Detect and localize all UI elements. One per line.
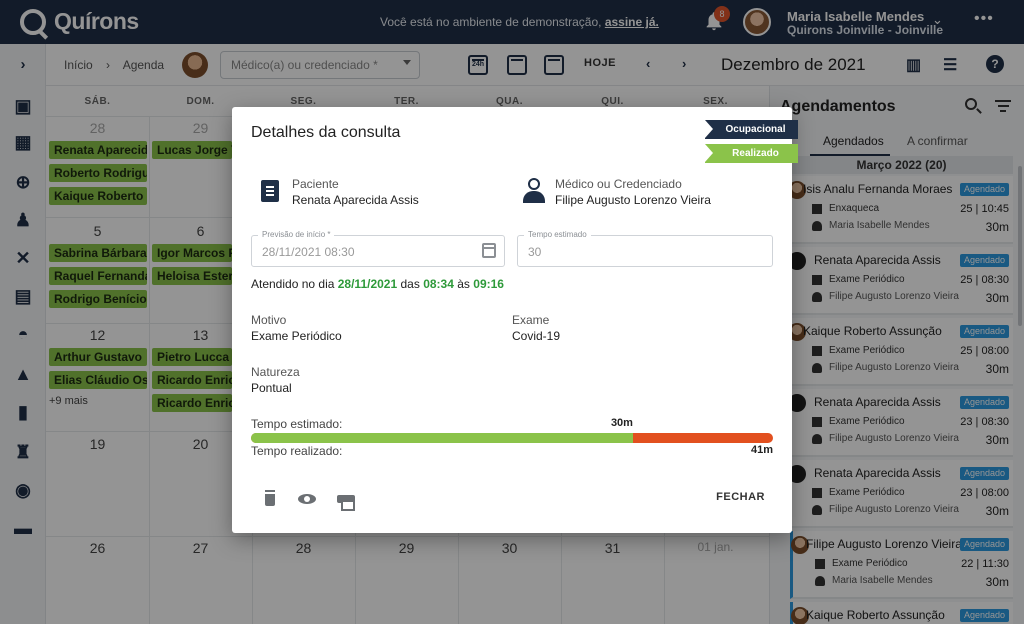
dialog-title: Detalhes da consulta bbox=[251, 124, 401, 141]
print-icon[interactable] bbox=[337, 490, 355, 511]
time-comparison-bar bbox=[251, 433, 773, 443]
nature-label: Natureza bbox=[251, 365, 300, 379]
doctor-label: Médico ou Credenciado bbox=[555, 177, 682, 191]
reason-label: Motivo bbox=[251, 313, 287, 327]
reason-value: Exame Periódico bbox=[251, 329, 342, 343]
patient-label: Paciente bbox=[292, 177, 339, 191]
attended-end: 09:16 bbox=[473, 277, 504, 291]
start-datetime-label: Previsão de início * bbox=[258, 230, 335, 239]
start-datetime-value: 28/11/2021 08:30 bbox=[262, 245, 355, 259]
attended-prefix: Atendido no dia bbox=[251, 277, 335, 291]
close-button[interactable]: FECHAR bbox=[716, 491, 765, 503]
actual-time-caption: Tempo realizado: bbox=[251, 444, 343, 458]
actual-time-amount: 41m bbox=[750, 444, 773, 456]
type-badge: Ocupacional bbox=[705, 120, 798, 139]
delete-icon[interactable] bbox=[262, 490, 280, 508]
estimated-time-label: Tempo estimado bbox=[524, 230, 591, 239]
attended-and: às bbox=[457, 277, 470, 291]
patient-name: Renata Aparecida Assis bbox=[292, 193, 419, 207]
estimated-time-field[interactable]: Tempo estimado 30 bbox=[517, 230, 773, 267]
estimated-time-value: 30 bbox=[528, 245, 542, 259]
exam-label: Exame bbox=[512, 313, 550, 327]
start-datetime-field[interactable]: Previsão de início * 28/11/2021 08:30 bbox=[251, 230, 505, 267]
attended-start: 08:34 bbox=[423, 277, 454, 291]
estimated-time-fill bbox=[251, 433, 633, 443]
status-badge: Realizado bbox=[705, 144, 798, 163]
doctor-icon bbox=[522, 178, 546, 204]
patient-record-icon bbox=[261, 180, 279, 202]
estimated-time-caption: Tempo estimado: bbox=[251, 417, 343, 431]
calendar-icon[interactable] bbox=[482, 243, 496, 258]
estimated-time-amount: 30m bbox=[610, 417, 633, 429]
attended-date: 28/11/2021 bbox=[337, 277, 398, 291]
view-icon[interactable] bbox=[298, 490, 316, 508]
doctor-name: Filipe Augusto Lorenzo Vieira bbox=[555, 193, 711, 207]
attended-between: das bbox=[400, 277, 420, 291]
exam-value: Covid-19 bbox=[512, 329, 561, 343]
nature-value: Pontual bbox=[251, 381, 292, 395]
appointment-details-dialog: Detalhes da consulta Ocupacional Realiza… bbox=[232, 107, 798, 533]
attended-summary: Atendido no dia 28/11/2021 das 08:34 às … bbox=[251, 277, 504, 291]
